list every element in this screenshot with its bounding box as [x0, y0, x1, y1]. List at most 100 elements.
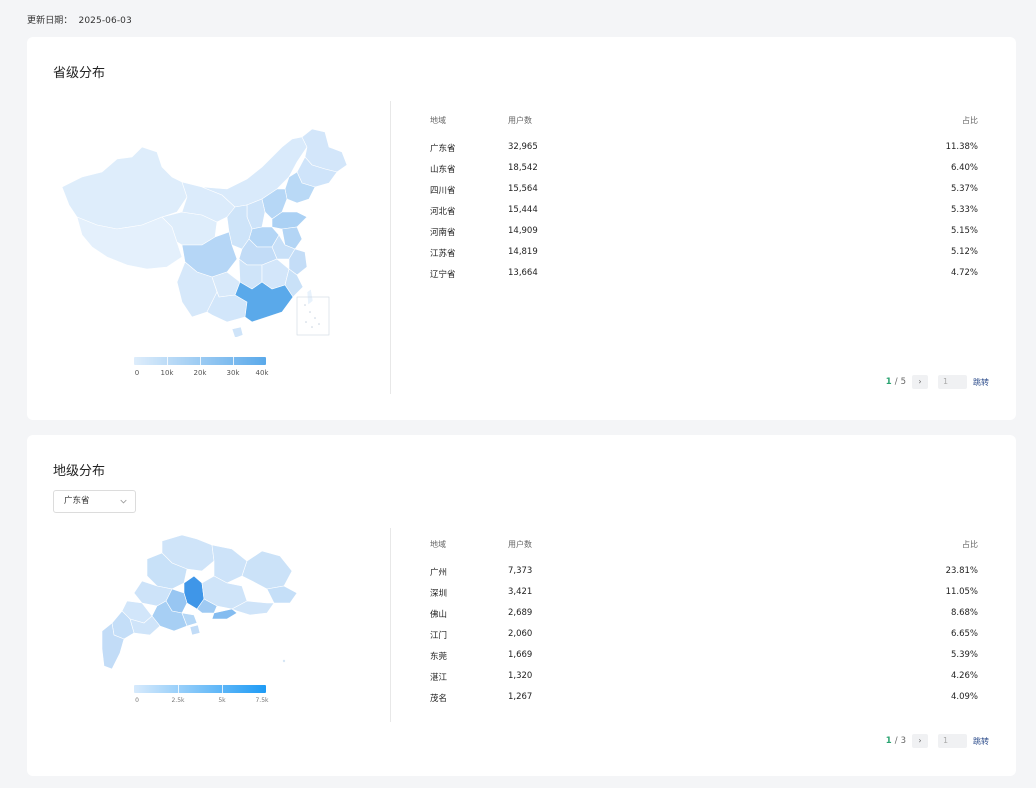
table-row: 深圳 3,421 11.05% — [430, 587, 978, 608]
row-pct: 6.40% — [950, 163, 978, 173]
row-users: 14,819 — [508, 247, 538, 257]
row-pct: 23.81% — [945, 566, 978, 576]
legend-label: 5k — [218, 697, 226, 704]
legend-label: 10k — [160, 369, 174, 377]
row-pct: 5.12% — [950, 247, 978, 257]
row-region: 江门 — [430, 631, 448, 641]
guangdong-map-svg — [101, 534, 298, 670]
row-users: 15,444 — [508, 205, 538, 215]
province-page-current: 1 — [885, 377, 892, 387]
province-next-page-button[interactable]: › — [912, 375, 928, 389]
row-region: 河北省 — [430, 207, 456, 217]
map-region-hainan[interactable] — [231, 326, 244, 339]
map-city-meizhou[interactable] — [241, 550, 293, 590]
row-users: 1,320 — [508, 671, 533, 681]
map-city-chaozhou[interactable] — [266, 585, 298, 604]
col-region: 地域 — [430, 540, 446, 549]
table-row: 江苏省 14,819 5.12% — [430, 247, 978, 268]
table-row: 广东省 32,965 11.38% — [430, 142, 978, 163]
city-table: 地域 用户数 占比 广州 7,373 23.81% 深圳 3,421 11.05% 佛山 2,… — [430, 539, 978, 713]
update-date-label: 更新日期： — [27, 16, 73, 26]
city-distribution-card: 地级分布 广东省 0 2.5k 5k 7.5k 地域 用户数 占比 广州 7,3… — [27, 435, 1016, 776]
province-section-title: 省级分布 — [53, 66, 106, 81]
province-divider — [390, 101, 391, 394]
china-choropleth-map[interactable] — [57, 117, 348, 339]
row-users: 2,689 — [508, 608, 533, 618]
legend-tick — [233, 357, 234, 365]
row-region: 辽宁省 — [430, 270, 456, 280]
row-pct: 4.09% — [950, 692, 978, 702]
guangdong-choropleth-map[interactable] — [101, 531, 302, 676]
row-pct: 5.37% — [950, 184, 978, 194]
province-table-header: 地域 用户数 占比 — [430, 115, 978, 129]
city-section-title: 地级分布 — [53, 464, 106, 479]
legend-tick — [222, 685, 223, 693]
table-row: 江门 2,060 6.65% — [430, 629, 978, 650]
row-region: 深圳 — [430, 589, 448, 599]
row-region: 广东省 — [430, 144, 456, 154]
row-region: 江苏省 — [430, 249, 456, 259]
row-users: 15,564 — [508, 184, 538, 194]
city-pagination: 1 / 3 › 1 跳转 — [886, 734, 989, 748]
table-row: 东莞 1,669 5.39% — [430, 650, 978, 671]
page-separator: / — [894, 736, 898, 746]
south-sea-islands — [304, 304, 320, 328]
table-row: 河南省 14,909 5.15% — [430, 226, 978, 247]
col-pct: 占比 — [962, 540, 978, 549]
row-users: 3,421 — [508, 587, 533, 597]
legend-label: 30k — [226, 369, 240, 377]
south-china-sea-inset — [296, 296, 330, 336]
col-users: 用户数 — [508, 116, 532, 125]
row-pct: 6.65% — [950, 629, 978, 639]
row-users: 14,909 — [508, 226, 538, 236]
map-island-dot — [282, 659, 286, 663]
row-region: 湛江 — [430, 673, 448, 683]
row-region: 山东省 — [430, 165, 456, 175]
city-legend: 0 2.5k 5k 7.5k — [134, 685, 269, 707]
table-row: 辽宁省 13,664 4.72% — [430, 268, 978, 289]
legend-label: 0 — [135, 697, 139, 704]
row-users: 18,542 — [508, 163, 538, 173]
row-pct: 5.33% — [950, 205, 978, 215]
row-region: 广州 — [430, 568, 448, 578]
province-distribution-card: 省级分布 0 10k 20k 30k 40k 地域 用户数 占比 广东省 32,… — [27, 37, 1016, 420]
province-select[interactable]: 广东省 — [53, 490, 136, 513]
legend-tick — [167, 357, 168, 365]
row-users: 2,060 — [508, 629, 533, 639]
page-separator: / — [894, 377, 898, 387]
table-row: 河北省 15,444 5.33% — [430, 205, 978, 226]
legend-label: 7.5k — [255, 697, 269, 704]
row-region: 河南省 — [430, 228, 456, 238]
table-row: 茂名 1,267 4.09% — [430, 692, 978, 713]
legend-tick — [178, 685, 179, 693]
table-row: 佛山 2,689 8.68% — [430, 608, 978, 629]
map-city-shenzhen[interactable] — [211, 608, 238, 620]
row-region: 东莞 — [430, 652, 448, 662]
map-city-heyuan[interactable] — [211, 544, 248, 584]
province-jump-input[interactable]: 1 — [938, 375, 967, 389]
row-region: 佛山 — [430, 610, 448, 620]
map-city-zhuhai[interactable] — [189, 624, 201, 636]
table-row: 四川省 15,564 5.37% — [430, 184, 978, 205]
province-legend-gradient — [134, 357, 266, 365]
row-pct: 5.39% — [950, 650, 978, 660]
row-region: 茂名 — [430, 694, 448, 704]
legend-label: 0 — [134, 369, 140, 377]
row-pct: 11.05% — [945, 587, 978, 597]
row-pct: 5.15% — [950, 226, 978, 236]
province-legend: 0 10k 20k 30k 40k — [134, 357, 269, 379]
col-pct: 占比 — [962, 116, 978, 125]
city-jump-button[interactable]: 跳转 — [973, 736, 989, 747]
province-rows: 广东省 32,965 11.38% 山东省 18,542 6.40% 四川省 15,564 5.… — [430, 142, 978, 289]
city-page-current: 1 — [885, 736, 892, 746]
row-pct: 4.72% — [950, 268, 978, 278]
city-jump-input[interactable]: 1 — [938, 734, 967, 748]
province-select-value: 广东省 — [64, 496, 90, 506]
chevron-down-icon — [120, 499, 127, 504]
province-legend-labels: 0 10k 20k 30k 40k — [134, 369, 269, 379]
row-pct: 8.68% — [950, 608, 978, 618]
province-jump-button[interactable]: 跳转 — [973, 377, 989, 388]
city-legend-gradient — [134, 685, 266, 693]
city-next-page-button[interactable]: › — [912, 734, 928, 748]
china-map-svg — [61, 128, 348, 339]
